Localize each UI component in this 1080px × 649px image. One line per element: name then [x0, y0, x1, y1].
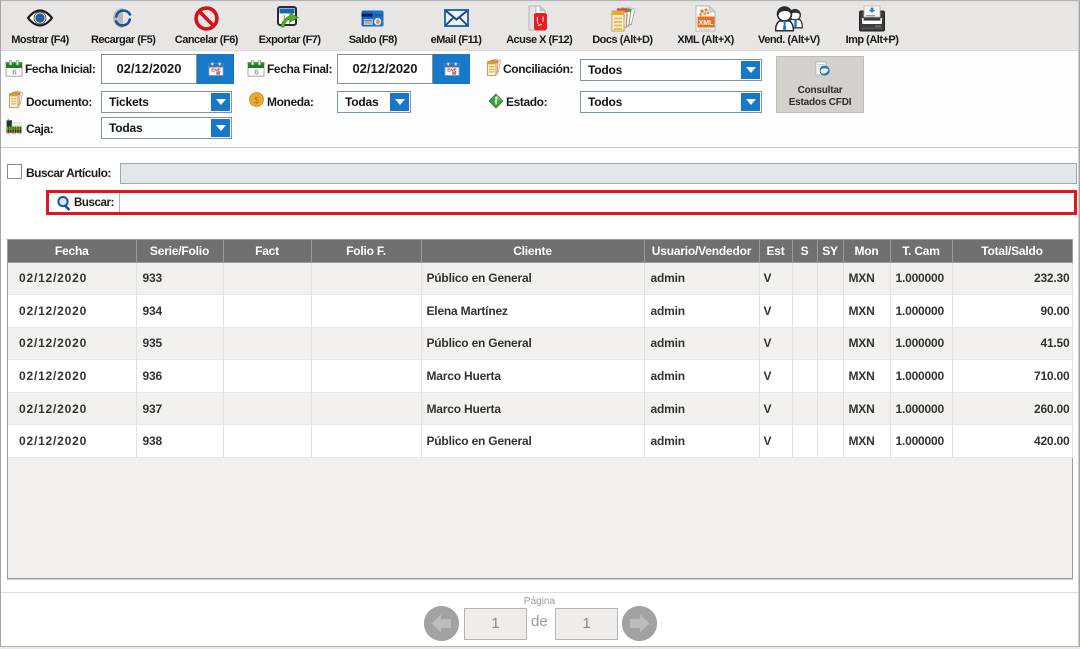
svg-text:XML: XML [698, 19, 714, 26]
svg-text:ENE: ENE [211, 67, 220, 72]
svg-text:$: $ [254, 95, 259, 105]
svg-text:ENE: ENE [447, 67, 456, 72]
svg-text:6: 6 [12, 67, 16, 76]
svg-text:6: 6 [254, 67, 258, 76]
